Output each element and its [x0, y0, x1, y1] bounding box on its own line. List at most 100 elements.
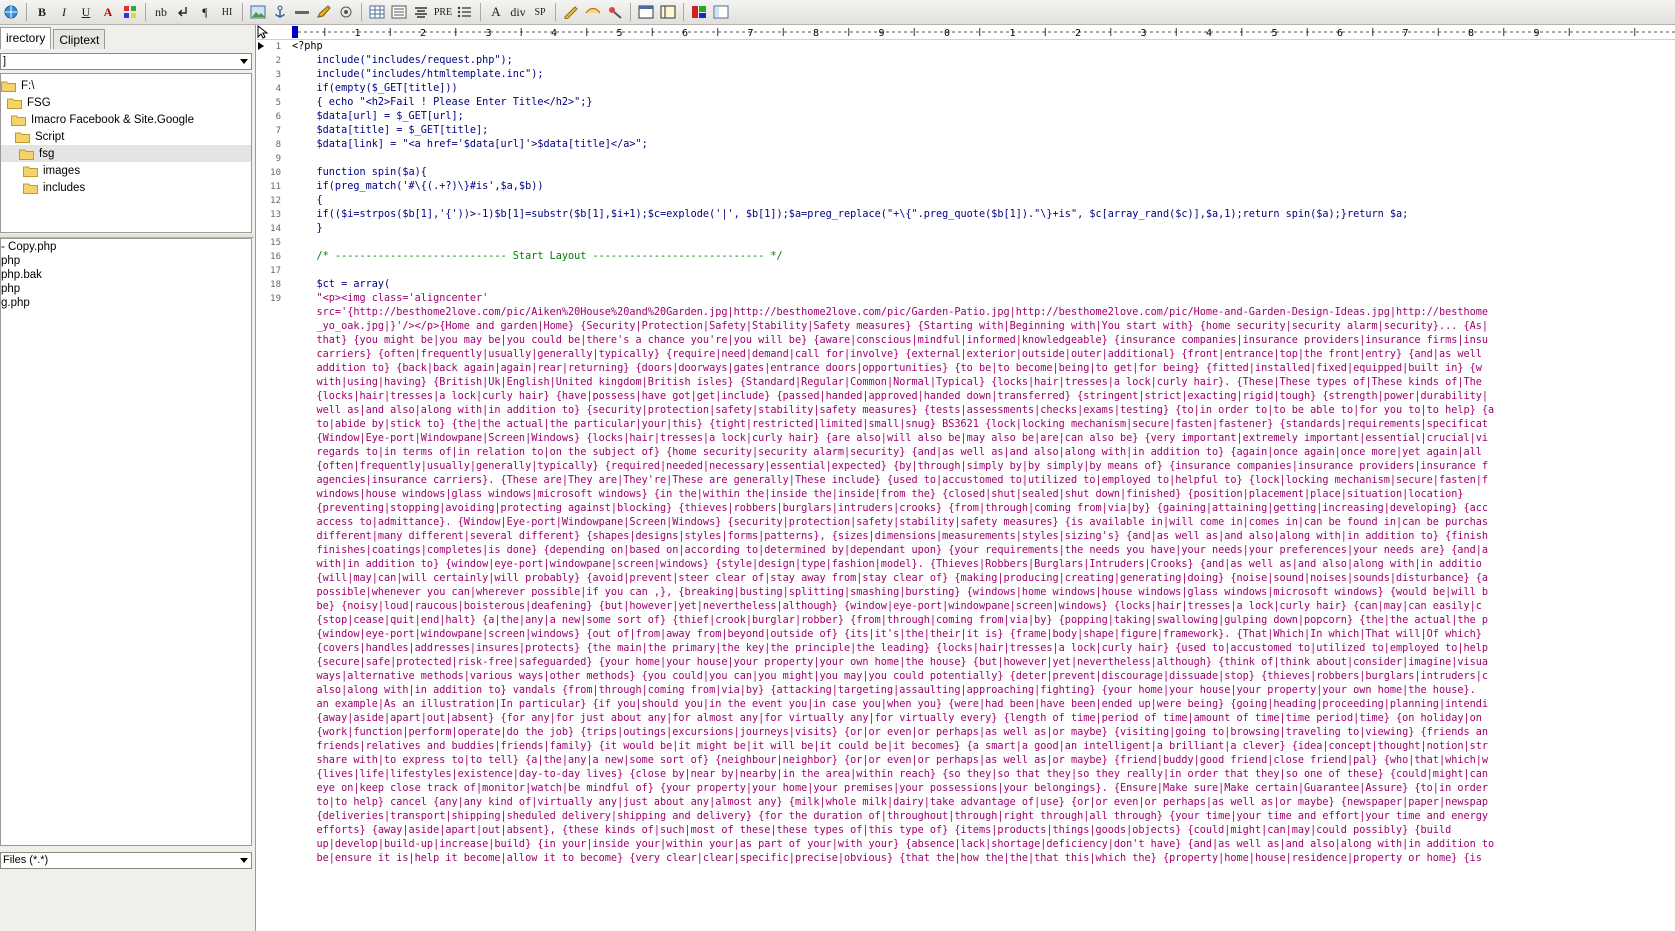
code-line: {lives|life|lifestyles|existence|day-to-…: [292, 769, 1489, 780]
tool-b-button[interactable]: [583, 2, 603, 22]
tree-node[interactable]: F:\: [1, 77, 34, 94]
ruler-label: 5: [1272, 28, 1278, 39]
tree-node[interactable]: images: [1, 162, 80, 179]
frame-b-icon: [660, 5, 676, 19]
tool-c-button[interactable]: [605, 2, 625, 22]
code-line: if(preg_match('#\{(.+?)\}#is',$a,$b)): [292, 181, 544, 192]
tree-node[interactable]: Imacro Facebook & Site.Google: [1, 111, 194, 128]
folder-icon: [15, 132, 30, 143]
list-icon: [457, 6, 471, 18]
panel-toggle-button[interactable]: [711, 2, 731, 22]
line-number: 10: [270, 168, 281, 178]
ruler-label: 7: [1403, 28, 1409, 39]
tree-node-label: fsg: [39, 147, 55, 160]
current-line-marker-icon: [258, 42, 264, 50]
ruler-label: 1: [1010, 28, 1016, 39]
tree-node[interactable]: Script: [1, 128, 64, 145]
code-line: if(($i=strpos($b[1],'{'))>-1)$b[1]=subst…: [292, 209, 1409, 220]
line-number: 9: [275, 154, 281, 164]
tree-node[interactable]: fsg: [1, 145, 251, 162]
tree-node[interactable]: includes: [1, 179, 85, 196]
code-line: ways|alternative methods|various ways|ot…: [292, 671, 1489, 682]
tree-node[interactable]: FSG: [1, 94, 51, 111]
line-number: 3: [275, 70, 281, 80]
main-toolbar: B I U Anb ¶ HI PRE Adiv SP: [0, 0, 1675, 25]
code-editor[interactable]: 1234567890123456789 1 2 3 4 5 6 7 8 9 10 11 12 13 14 1…: [257, 25, 1675, 931]
code-line: addition to} {back|back again|again|rear…: [292, 363, 1482, 374]
edit-button[interactable]: [314, 2, 334, 22]
heading-button[interactable]: HI: [217, 2, 237, 22]
tool-a-icon: [564, 6, 578, 19]
list-button[interactable]: [455, 2, 475, 22]
bold-button[interactable]: B: [32, 2, 52, 22]
file-item[interactable]: - Copy.php: [1, 240, 56, 254]
color-palette-button[interactable]: [689, 2, 709, 22]
pre-button[interactable]: PRE: [433, 2, 453, 22]
tool-a-button[interactable]: [561, 2, 581, 22]
line-number: 15: [270, 238, 281, 248]
code-line: with|in addition to} {window|eye-port|wi…: [292, 559, 1482, 570]
paragraph-button[interactable]: ¶: [195, 2, 215, 22]
color-grid-button[interactable]: [120, 2, 140, 22]
image-button[interactable]: [248, 2, 268, 22]
file-item[interactable]: g.php: [1, 296, 30, 310]
folder-tree: F:\ FSG Imacro Facebook & Site.Google Scrip…: [0, 73, 252, 233]
file-filter-select[interactable]: Files (*.*): [0, 852, 252, 869]
frame-a-button[interactable]: [636, 2, 656, 22]
code-line: to|to help} cancel {any|any kind of|virt…: [292, 797, 1489, 808]
center-button[interactable]: [411, 2, 431, 22]
code-line: if(empty($_GET[title])): [292, 83, 458, 94]
tree-node-label: images: [43, 164, 81, 177]
special-icon: [340, 6, 352, 18]
toolbar-separator: [361, 3, 362, 21]
ruler-label: 6: [1337, 28, 1343, 39]
code-text-area[interactable]: <?php include("includes/request.php"); i…: [292, 40, 1675, 931]
table-button[interactable]: [367, 2, 387, 22]
underline-button[interactable]: U: [76, 2, 96, 22]
code-line: agencies|insurance carriers}. {These are…: [292, 475, 1489, 486]
code-line: {locks|hair|tresses|a lock|curly hair} {…: [292, 391, 1489, 402]
file-item[interactable]: php.bak: [1, 268, 42, 282]
break-button[interactable]: [173, 2, 193, 22]
drive-select[interactable]: ]: [0, 53, 252, 70]
nbsp-button[interactable]: nb: [151, 2, 171, 22]
code-line: be|ensure it is|help it become|allow it …: [292, 853, 1482, 864]
ruler-label: 6: [682, 28, 688, 39]
anchor-button[interactable]: [270, 2, 290, 22]
line-number: 1: [275, 42, 281, 52]
code-line: {covers|handles|addresses|insures|protec…: [292, 643, 1489, 654]
tab-directory[interactable]: irectory: [0, 27, 52, 49]
code-line: access to|admittance}. {Window|Eye-port|…: [292, 517, 1489, 528]
globe-icon-icon: [4, 5, 18, 19]
code-line: eye on|keep close track of|monitor|watch…: [292, 783, 1489, 794]
file-item[interactable]: php: [1, 282, 20, 296]
column-ruler: 1 2 3 4 5 6 7 8 9 0 1 2 3 4 5 6 7 8 9: [257, 25, 1675, 40]
hr-icon: [295, 11, 309, 14]
hr-button[interactable]: [292, 2, 312, 22]
line-number: 7: [275, 126, 281, 136]
italic-button[interactable]: I: [54, 2, 74, 22]
ruler-label: 5: [617, 28, 623, 39]
globe-icon[interactable]: [1, 2, 21, 22]
image-icon: [250, 5, 266, 19]
toolbar-separator: [145, 3, 146, 21]
frame-b-button[interactable]: [658, 2, 678, 22]
ruler-label: 9: [1534, 28, 1540, 39]
file-item[interactable]: php: [1, 254, 20, 268]
tab-cliptext[interactable]: Cliptext: [53, 29, 106, 49]
span-button[interactable]: SP: [530, 2, 550, 22]
ruler-label: 1: [355, 28, 361, 39]
align-button[interactable]: [389, 2, 409, 22]
ruler-label: 8: [813, 28, 819, 39]
mouse-pointer-icon: [257, 25, 269, 39]
special-button[interactable]: [336, 2, 356, 22]
div-button[interactable]: div: [508, 2, 528, 22]
panel-toggle-icon: [713, 5, 729, 19]
ruler-label: 3: [1141, 28, 1147, 39]
file-filter-value: Files (*.*): [3, 854, 49, 866]
code-line: function spin($a){: [292, 167, 427, 178]
line-number: 16: [270, 252, 281, 262]
font-button[interactable]: A: [486, 2, 506, 22]
font-color-button[interactable]: A: [98, 2, 118, 22]
